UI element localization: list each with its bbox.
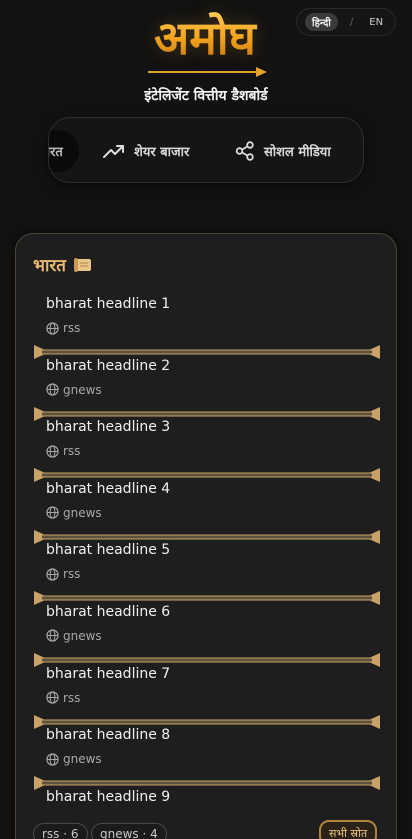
globe-icon xyxy=(46,691,59,704)
globe-icon xyxy=(46,568,59,581)
news-title[interactable]: bharat headline 1 xyxy=(46,296,170,312)
news-item[interactable]: bharat headline 7 rss xyxy=(16,664,398,729)
tab-bharat-label: ारत xyxy=(49,145,63,160)
card-title: भारत xyxy=(33,253,93,276)
news-source: rss xyxy=(46,691,80,705)
news-item[interactable]: bharat headline 8 gnews xyxy=(16,725,398,791)
news-source-label: rss xyxy=(63,321,81,335)
tab-bharat[interactable]: ारत xyxy=(49,130,79,172)
news-source: gnews xyxy=(46,383,102,397)
logo-text: अमोघ xyxy=(130,10,280,66)
source-count-chip[interactable]: rss · 6 xyxy=(33,823,88,839)
news-title[interactable]: bharat headline 8 xyxy=(46,727,170,743)
news-source-label: gnews xyxy=(63,752,102,767)
news-title[interactable]: bharat headline 2 xyxy=(46,358,170,374)
news-source: gnews xyxy=(46,752,102,766)
news-source: gnews xyxy=(46,629,102,643)
news-source-label: rss xyxy=(63,690,81,705)
news-item[interactable]: bharat headline 4 gnews xyxy=(16,479,398,544)
language-hindi-option[interactable]: हिन्दी xyxy=(305,13,338,31)
language-english-option[interactable]: EN xyxy=(369,17,383,28)
trending-up-icon xyxy=(103,145,124,158)
brand-logo: अमोघ xyxy=(130,10,280,85)
globe-icon xyxy=(46,321,59,335)
card-title-text: भारत xyxy=(33,256,66,276)
news-source-label: rss xyxy=(63,567,81,582)
news-source-label: rss xyxy=(63,444,81,459)
globe-icon xyxy=(46,506,59,519)
source-count-chip[interactable]: gnews · 4 xyxy=(91,823,167,839)
news-source: rss xyxy=(46,321,80,335)
news-list: bharat headline 1 rss bharat headline 2 … xyxy=(16,294,398,839)
globe-icon xyxy=(46,445,59,458)
news-title[interactable]: bharat headline 5 xyxy=(46,542,170,558)
scroll-icon xyxy=(74,257,91,272)
news-title[interactable]: bharat headline 7 xyxy=(46,666,170,682)
news-source: rss xyxy=(46,444,80,458)
all-sources-button[interactable]: सभी स्रोत xyxy=(319,820,378,839)
dashboard-page: हिन्दी / EN अमोघ इंटेलिजेंट वित्तीय डैशब… xyxy=(0,0,412,839)
logo-arrow-icon xyxy=(148,67,267,77)
news-item[interactable]: bharat headline 2 gnews xyxy=(16,356,398,421)
language-switch[interactable]: हिन्दी / EN xyxy=(296,8,396,36)
news-item[interactable]: bharat headline 6 gnews xyxy=(16,602,398,667)
globe-icon xyxy=(46,629,59,643)
news-title[interactable]: bharat headline 4 xyxy=(46,481,170,497)
news-item[interactable]: bharat headline 3 rss xyxy=(16,417,398,483)
news-source: rss xyxy=(46,567,80,581)
tab-social-media[interactable]: सोशल मीडिया xyxy=(235,118,331,182)
news-title[interactable]: bharat headline 6 xyxy=(46,604,170,620)
tab-share-market[interactable]: शेयर बाजार xyxy=(103,118,190,182)
tab-share-market-label: शेयर बाजार xyxy=(134,145,190,160)
news-title[interactable]: bharat headline 9 xyxy=(46,789,170,805)
news-source-label: gnews xyxy=(63,628,102,643)
news-source-label: gnews xyxy=(63,505,102,520)
news-item[interactable]: bharat headline 1 rss xyxy=(16,294,398,359)
news-source: gnews xyxy=(46,506,102,520)
news-card: भारत bharat headline 1 rss bharat headli… xyxy=(15,233,397,839)
tagline: इंटेलिजेंट वित्तीय डैशबोर्ड xyxy=(144,88,268,104)
globe-icon xyxy=(46,383,59,396)
category-tabs: ारत शेयर बाजार सोशल मीडिया xyxy=(48,117,364,183)
globe-icon xyxy=(46,753,59,766)
share-icon xyxy=(235,141,254,161)
language-separator: / xyxy=(349,16,354,28)
news-title[interactable]: bharat headline 3 xyxy=(46,419,170,435)
tab-social-media-label: सोशल मीडिया xyxy=(264,145,331,160)
news-source-label: gnews xyxy=(63,382,102,397)
news-item[interactable]: bharat headline 5 rss xyxy=(16,540,398,606)
